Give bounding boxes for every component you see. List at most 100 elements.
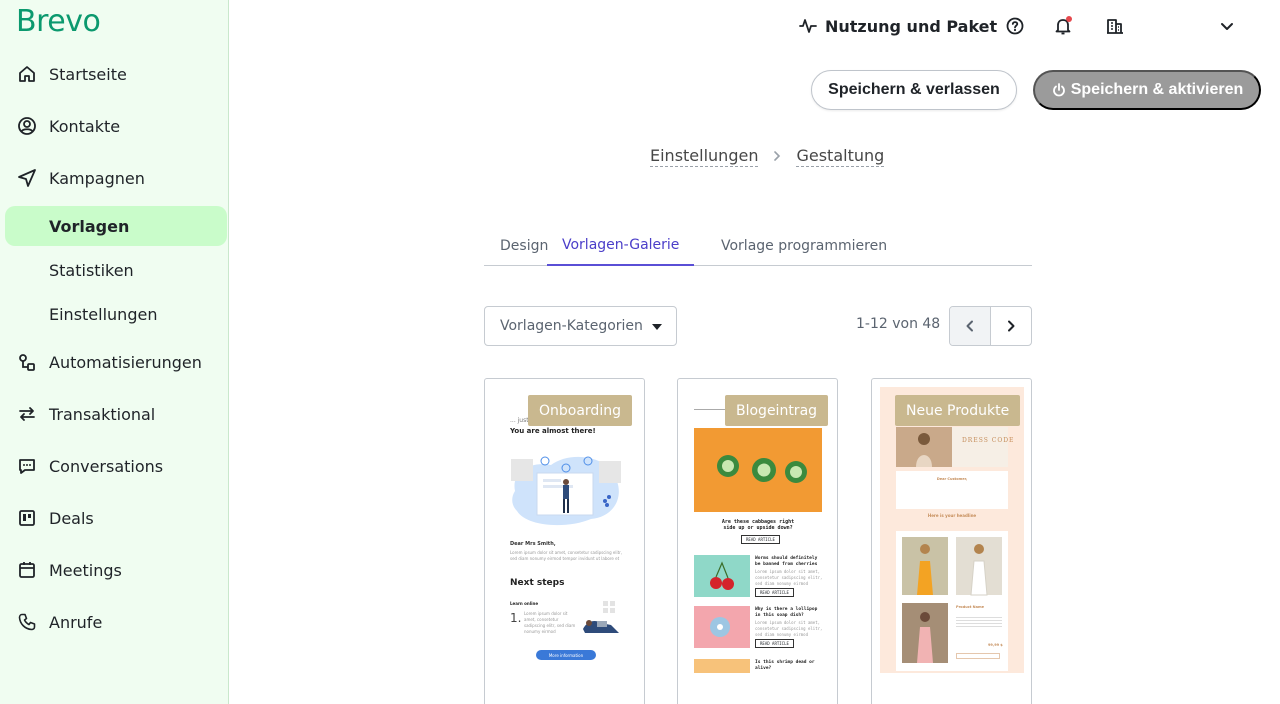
preview-headline: Here is your headline <box>927 513 977 518</box>
onboarding-illustration <box>511 456 621 526</box>
sidebar-item-label: Meetings <box>49 560 122 580</box>
chevron-right-icon <box>1007 320 1015 332</box>
product-photos <box>902 537 1002 596</box>
building-icon[interactable] <box>1105 16 1125 36</box>
usage-and-plan-label: Nutzung und Paket <box>825 16 998 36</box>
contact-icon <box>18 117 36 135</box>
send-icon <box>18 169 36 187</box>
lollipop-photo <box>694 606 750 648</box>
template-card-onboarding[interactable]: Onboarding ... just You are almost there… <box>484 378 645 704</box>
sidebar-item-vorlagen[interactable]: Vorlagen <box>5 206 227 246</box>
template-category-badge: Blogeintrag <box>725 395 829 426</box>
power-icon <box>1052 83 1065 97</box>
breadcrumb: Einstellungen Gestaltung <box>650 145 885 167</box>
sidebar-item-label: Statistiken <box>49 260 134 280</box>
chevron-right-icon <box>774 151 781 161</box>
sidebar-item-label: Vorlagen <box>49 216 130 236</box>
preview-read-button: READ ARTICLE <box>755 639 794 648</box>
save-and-leave-button[interactable]: Speichern & verlassen <box>811 70 1017 110</box>
sidebar-item-statistiken[interactable]: Statistiken <box>5 250 227 290</box>
preview-section-title: Next steps <box>510 578 565 588</box>
sidebar-item-startseite[interactable]: Startseite <box>0 54 229 94</box>
calendar-icon <box>19 562 35 578</box>
sidebar-item-label: Startseite <box>49 64 127 84</box>
tab-bar: Design Vorlagen-Galerie Vorlage programm… <box>484 226 1032 266</box>
sidebar-item-kontakte[interactable]: Kontakte <box>0 106 229 146</box>
previous-page-button[interactable] <box>950 307 991 345</box>
usage-and-plan-button[interactable]: Nutzung und Paket <box>799 14 997 38</box>
sidebar-item-conversations[interactable]: Conversations <box>0 446 229 486</box>
sidebar-item-anrufe[interactable]: Anrufe <box>0 602 229 642</box>
preview-article-2-text: Lorem ipsum dolor sit amet, consetetur s… <box>755 620 823 637</box>
tab-template-gallery[interactable]: Vorlagen-Galerie <box>547 226 695 266</box>
sidebar-item-label: Kontakte <box>49 116 121 136</box>
sidebar-item-deals[interactable]: Deals <box>0 498 229 538</box>
preview-step-title: Learn online <box>510 601 539 606</box>
product-photo-dress <box>902 603 948 663</box>
preview-step-number: 1. <box>510 611 522 625</box>
preview-step-text: Lorem ipsum dolor sit amet, consetetur s… <box>524 611 576 634</box>
preview-body: Lorem ipsum dolor sit amet, consetetur s… <box>510 550 623 561</box>
sidebar-item-label: Transaktional <box>49 404 156 424</box>
preview-header: ... just <box>510 417 529 424</box>
next-page-button[interactable] <box>991 307 1032 345</box>
sidebar-item-label: Conversations <box>49 456 164 476</box>
brevo-logo[interactable]: Brevo <box>16 4 101 39</box>
breadcrumb-step-design[interactable]: Gestaltung <box>796 146 885 167</box>
notifications-button[interactable] <box>1053 16 1073 36</box>
activity-icon <box>799 19 817 33</box>
save-and-activate-button[interactable]: Speichern & aktivieren <box>1033 70 1261 110</box>
preview-product-button <box>956 653 1000 659</box>
app-window: Brevo Startseite Kontakte Kampagnen Vorl… <box>0 0 1280 704</box>
preview-customer-greeting: Dear Customer, <box>936 477 968 481</box>
sidebar-item-label: Anrufe <box>49 612 103 632</box>
sidebar-item-label: Einstellungen <box>49 304 158 324</box>
preview-read-button: READ ARTICLE <box>755 588 794 597</box>
chat-icon <box>19 459 35 474</box>
pagination-controls <box>949 306 1032 346</box>
template-category-select[interactable]: Vorlagen-Kategorien <box>484 306 677 346</box>
phone-icon <box>18 613 36 631</box>
preview-product-price: 99,99 $ <box>988 643 1003 647</box>
preview-divider <box>694 409 726 410</box>
preview-dress-code: DRESS CODE <box>962 437 1015 444</box>
sidebar-item-transaktional[interactable]: Transaktional <box>0 394 229 434</box>
preview-headline: Are these cabbages right side up or upsi… <box>721 519 795 531</box>
help-icon[interactable] <box>1005 16 1025 36</box>
template-category-badge: Onboarding <box>528 395 632 426</box>
sidebar-item-label: Kampagnen <box>49 168 145 188</box>
board-icon <box>19 510 35 526</box>
fashion-hero-photo <box>896 427 1008 467</box>
preview-article-1-title: Worms should definitely be banned from c… <box>755 556 818 567</box>
cherries-photo <box>694 555 750 597</box>
breadcrumb-step-settings[interactable]: Einstellungen <box>650 146 759 167</box>
tab-code-template[interactable]: Vorlage programmieren <box>721 226 887 266</box>
automation-icon <box>19 354 35 371</box>
sidebar-item-kampagnen[interactable]: Kampagnen <box>0 158 229 198</box>
sidebar: Brevo Startseite Kontakte Kampagnen Vorl… <box>0 0 229 704</box>
template-category-badge: Neue Produkte <box>895 395 1021 426</box>
preview-article-1-text: Lorem ipsum dolor sit amet, consetetur s… <box>755 569 823 586</box>
tab-design[interactable]: Design <box>500 226 548 266</box>
preview-article-2-title: Why is there a lollipop in this soap dis… <box>755 607 818 618</box>
preview-product-text <box>956 615 1002 629</box>
template-category-placeholder: Vorlagen-Kategorien <box>500 318 643 334</box>
transfer-icon <box>19 407 35 421</box>
shrimp-photo <box>694 659 750 673</box>
save-and-activate-label: Speichern & aktivieren <box>1070 81 1244 98</box>
sidebar-item-meetings[interactable]: Meetings <box>0 550 229 590</box>
template-card-blog-post[interactable]: Blogeintrag Are these cabbages right sid… <box>677 378 838 704</box>
sidebar-item-automatisierungen[interactable]: Automatisierungen <box>0 342 229 382</box>
preview-product-name: Product Name <box>956 605 984 609</box>
template-card-new-products[interactable]: Neue Produkte DRESS CODE Dear Customer, … <box>871 378 1032 704</box>
preview-read-button: READ ARTICLE <box>741 535 780 544</box>
chevron-left-icon <box>966 320 973 332</box>
chevron-down-icon[interactable] <box>1217 16 1237 36</box>
caret-down-icon <box>652 324 662 330</box>
cabbage-photo <box>694 428 822 512</box>
home-icon <box>19 66 35 82</box>
preview-more-info-button: More information <box>536 650 596 660</box>
sidebar-item-label: Automatisierungen <box>49 352 202 372</box>
sidebar-item-einstellungen[interactable]: Einstellungen <box>5 294 227 334</box>
preview-greeting: Dear Mrs Smith, <box>510 541 556 547</box>
